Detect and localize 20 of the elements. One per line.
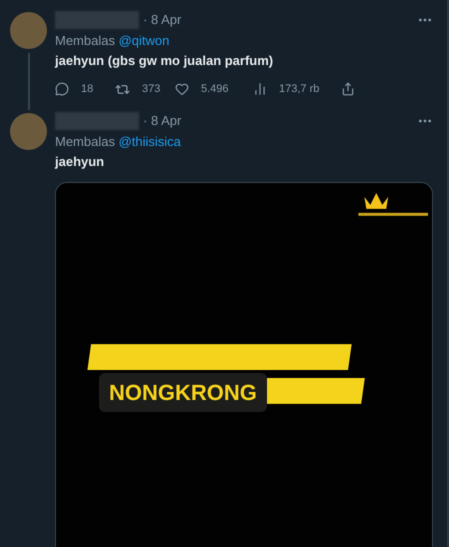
tweet-date[interactable]: · 8 Apr: [143, 10, 182, 30]
views-icon[interactable]: [253, 82, 267, 96]
mention-link[interactable]: @qitwon: [118, 33, 170, 48]
reply-icon[interactable]: [55, 82, 69, 96]
avatar[interactable]: [10, 12, 47, 49]
sticker-label: NONGKRONG: [99, 372, 267, 412]
tweet-text: jaehyun: [55, 152, 106, 171]
like-icon[interactable]: [175, 82, 189, 96]
view-count: 173,7 rb: [279, 82, 320, 97]
reply-label: Membalas: [55, 33, 115, 48]
share-icon[interactable]: [341, 82, 355, 96]
avatar[interactable]: [10, 112, 47, 150]
like-count: 5.496: [201, 82, 229, 97]
reply-count: 18: [81, 82, 94, 97]
media-card[interactable]: NONGKRONG: [55, 182, 433, 547]
mention-link[interactable]: @thiisisica: [118, 134, 181, 148]
tweet-date[interactable]: · 8 Apr: [143, 110, 182, 130]
tweet-text: jaehyun (gbs gw mo jualan parfum): [55, 52, 274, 70]
retweet-count: 373: [142, 82, 160, 97]
reply-label: Membalas: [55, 134, 115, 148]
